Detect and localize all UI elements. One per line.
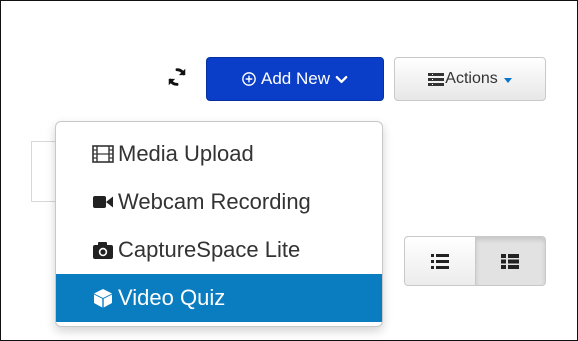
caret-down-icon: [503, 77, 512, 83]
menu-item-label: CaptureSpace Lite: [118, 237, 301, 262]
view-toggle-group: [404, 236, 546, 286]
list-view-icon: [430, 253, 449, 269]
add-new-dropdown-menu: Media Upload Webcam Recording CaptureSpa…: [55, 121, 383, 327]
video-camera-icon: [93, 196, 113, 208]
menu-item-label: Media Upload: [118, 141, 254, 166]
background-divider: [31, 141, 32, 201]
plus-circle-icon: [242, 72, 256, 86]
list-icon: [428, 72, 445, 86]
menu-item-webcam-recording[interactable]: Webcam Recording: [56, 178, 382, 226]
list-view-button[interactable]: [404, 236, 476, 286]
actions-label: Actions: [445, 70, 498, 87]
add-new-label: Add New: [261, 69, 330, 88]
detailed-list-view-button[interactable]: [475, 236, 546, 286]
menu-item-label: Webcam Recording: [118, 189, 311, 214]
film-icon: [92, 145, 114, 163]
cube-icon: [94, 289, 112, 308]
refresh-icon[interactable]: [166, 66, 188, 88]
add-new-button[interactable]: Add New: [206, 57, 384, 101]
menu-item-label: Video Quiz: [118, 285, 226, 310]
menu-item-media-upload[interactable]: Media Upload: [56, 130, 382, 178]
menu-item-capturespace-lite[interactable]: CaptureSpace Lite: [56, 226, 382, 274]
menu-item-video-quiz[interactable]: Video Quiz: [56, 274, 382, 322]
detailed-list-icon: [501, 253, 520, 269]
chevron-down-icon: [335, 75, 348, 83]
camera-icon: [93, 242, 113, 259]
actions-button[interactable]: Actions: [394, 57, 546, 101]
